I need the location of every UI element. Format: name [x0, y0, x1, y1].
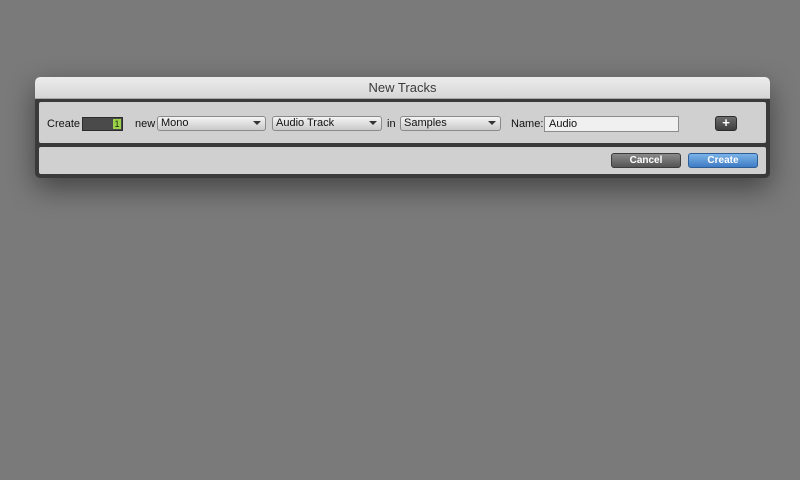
timebase-value: Samples — [404, 117, 447, 129]
chevron-down-icon — [253, 121, 261, 125]
in-label: in — [387, 118, 396, 130]
dialog-title: New Tracks — [35, 77, 770, 99]
track-count-field[interactable]: 1 — [82, 117, 123, 131]
timebase-select[interactable]: Samples — [400, 116, 501, 131]
name-label: Name: — [511, 118, 544, 130]
track-name-input[interactable]: Audio — [544, 116, 679, 132]
create-label: Create — [47, 118, 81, 130]
dialog-button-row: Cancel Create — [39, 147, 766, 174]
track-type-select[interactable]: Audio Track — [272, 116, 382, 131]
new-label: new — [135, 118, 156, 130]
track-type-value: Audio Track — [276, 117, 335, 129]
create-button[interactable]: Create — [688, 153, 758, 168]
chevron-down-icon — [488, 121, 496, 125]
chevron-down-icon — [369, 121, 377, 125]
track-count-value: 1 — [113, 119, 121, 129]
add-row-button[interactable]: + — [715, 116, 737, 131]
new-tracks-dialog: New Tracks Create 1 new Mono Audio Track… — [35, 77, 770, 178]
channel-format-select[interactable]: Mono — [157, 116, 266, 131]
channel-format-value: Mono — [161, 117, 189, 129]
track-options-row: Create 1 new Mono Audio Track in Samples… — [39, 102, 766, 143]
cancel-button[interactable]: Cancel — [611, 153, 681, 168]
